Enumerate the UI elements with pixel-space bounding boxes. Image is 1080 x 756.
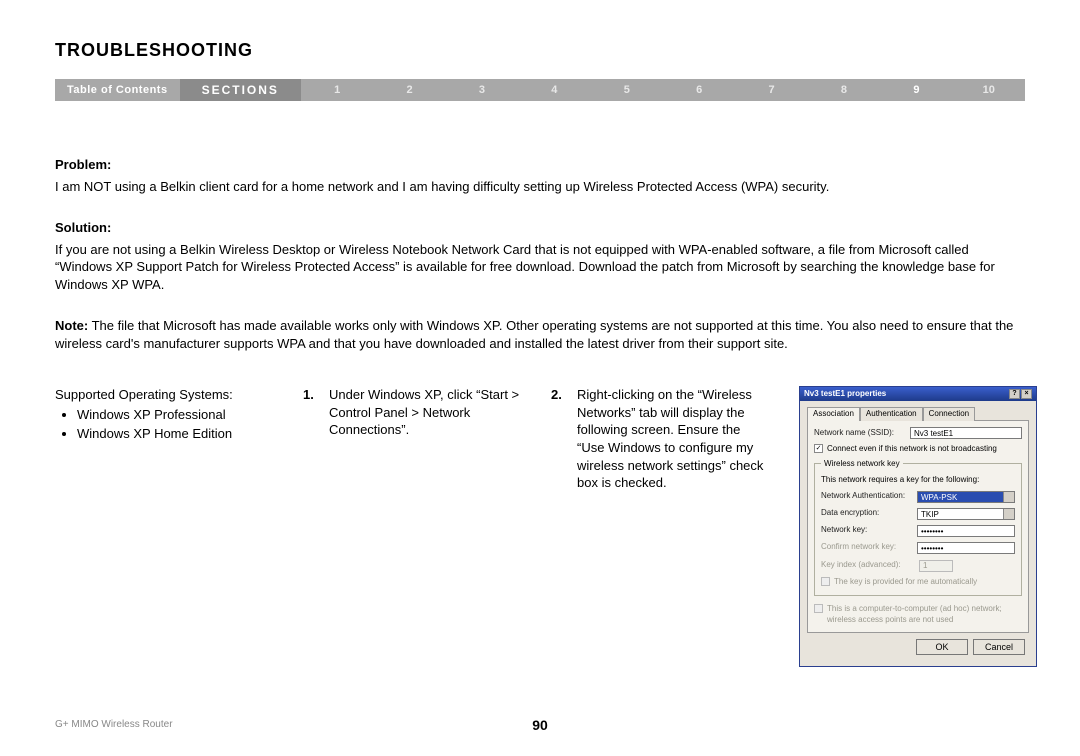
section-navbar: Table of Contents SECTIONS 1 2 3 4 5 6 7… [55,79,1025,101]
nav-section-8[interactable]: 8 [808,79,880,101]
nav-section-5[interactable]: 5 [591,79,663,101]
auth-label: Network Authentication: [821,491,913,502]
step-1-column: 1. Under Windows XP, click “Start > Cont… [303,386,523,439]
dialog-title: Nv3 testE1 properties [804,389,886,400]
enc-label: Data encryption: [821,508,913,519]
help-icon[interactable]: ? [1009,389,1020,399]
adhoc-label: This is a computer-to-computer (ad hoc) … [827,604,1022,626]
connect-even-checkbox[interactable]: ✓ [814,444,823,453]
solution-text: If you are not using a Belkin Wireless D… [55,241,1025,294]
tab-connection[interactable]: Connection [923,407,975,421]
nav-section-1[interactable]: 1 [301,79,373,101]
confirm-input[interactable]: •••••••• [917,542,1015,554]
step-1-text: Under Windows XP, click “Start > Control… [329,386,523,439]
adhoc-checkbox [814,604,823,613]
properties-dialog: Nv3 testE1 properties ? × Association Au… [799,386,1037,667]
page-title: TROUBLESHOOTING [55,40,1025,61]
confirm-label: Confirm network key: [821,542,913,553]
nav-section-2[interactable]: 2 [373,79,445,101]
tab-authentication[interactable]: Authentication [860,407,923,421]
keyidx-label: Key index (advanced): [821,560,913,571]
step-2-column: 2. Right-clicking on the “Wireless Netwo… [551,386,771,491]
netkey-input[interactable]: •••••••• [917,525,1015,537]
key-fieldset-legend: Wireless network key [821,459,903,468]
auto-key-checkbox [821,577,830,586]
solution-label: Solution: [55,219,1025,237]
cancel-button[interactable]: Cancel [973,639,1025,655]
supported-os-column: Supported Operating Systems: Windows XP … [55,386,275,445]
nav-section-6[interactable]: 6 [663,79,735,101]
nav-section-4[interactable]: 4 [518,79,590,101]
auto-key-label: The key is provided for me automatically [834,577,977,588]
enc-dropdown[interactable]: TKIP [917,508,1015,520]
step-1-num: 1. [303,386,319,439]
nav-section-3[interactable]: 3 [446,79,518,101]
footer-product: G+ MIMO Wireless Router [55,719,173,730]
note-paragraph: Note: The file that Microsoft has made a… [55,317,1025,352]
os-item-pro: Windows XP Professional [77,406,275,424]
nav-section-7[interactable]: 7 [735,79,807,101]
nav-section-9[interactable]: 9 [880,79,952,101]
page-number: 90 [532,717,548,733]
auth-dropdown[interactable]: WPA-PSK [917,491,1015,503]
step-2-text: Right-clicking on the “Wireless Networks… [577,386,771,491]
key-desc: This network requires a key for the foll… [821,475,1015,486]
note-label: Note: [55,318,88,333]
problem-text: I am NOT using a Belkin client card for … [55,178,1025,196]
connect-even-label: Connect even if this network is not broa… [827,444,997,455]
nav-toc[interactable]: Table of Contents [55,79,180,101]
nav-section-10[interactable]: 10 [953,79,1025,101]
keyidx-stepper: 1 [919,560,953,572]
ssid-label: Network name (SSID): [814,428,906,439]
step-2-num: 2. [551,386,567,491]
supported-os-title: Supported Operating Systems: [55,386,275,404]
ok-button[interactable]: OK [916,639,968,655]
nav-sections-label: SECTIONS [180,79,301,101]
netkey-label: Network key: [821,525,913,536]
problem-label: Problem: [55,156,1025,174]
note-text: The file that Microsoft has made availab… [55,318,1013,351]
tab-association[interactable]: Association [807,407,860,421]
os-item-home: Windows XP Home Edition [77,425,275,443]
close-icon[interactable]: × [1021,389,1032,399]
ssid-input[interactable]: Nv3 testE1 [910,427,1022,439]
